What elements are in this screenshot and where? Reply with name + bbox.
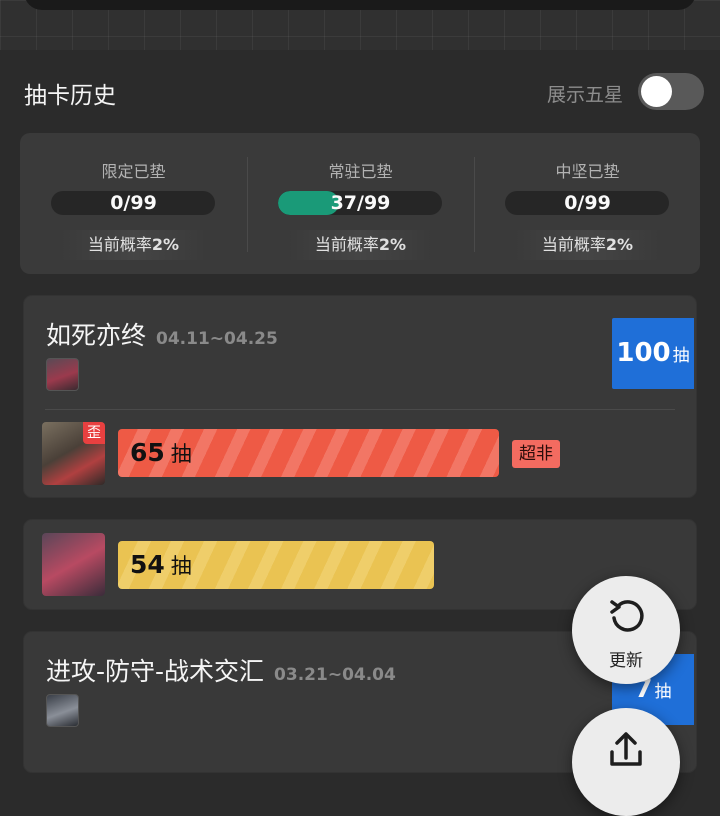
show-five-star-label: 展示五星 — [546, 84, 623, 106]
stat-label: 中坚已垫 — [555, 162, 620, 181]
share-button[interactable] — [572, 708, 680, 816]
top-card — [24, 0, 696, 10]
toggle-knob — [641, 76, 672, 107]
refresh-icon — [610, 600, 644, 632]
current-rate: 当前概率2% — [514, 230, 661, 260]
unlucky-tag: 超非 — [512, 440, 560, 468]
refresh-label: 更新 — [609, 651, 643, 671]
stat-standard: 常驻已垫 37/99 当前概率2% — [247, 133, 474, 274]
featured-operator-avatar — [46, 358, 79, 391]
show-five-star-toggle[interactable] — [638, 73, 704, 110]
pity-value: 0/99 — [564, 192, 611, 214]
stat-label: 常驻已垫 — [328, 162, 393, 181]
off-banner-badge: 歪 — [83, 422, 105, 444]
pity-stats-panel: 限定已垫 0/99 当前概率2% 常驻已垫 37/99 当前概率2% 中坚已垫 … — [20, 133, 700, 274]
refresh-button[interactable]: 更新 — [572, 576, 680, 684]
operator-avatar: 歪 — [42, 422, 105, 485]
current-rate: 当前概率2% — [287, 230, 434, 260]
divider — [45, 409, 675, 410]
banner-title: 如死亦终 04.11~04.25 — [46, 321, 278, 350]
pull-count-bar: 65 抽 — [118, 429, 499, 477]
featured-operator-avatar — [46, 694, 79, 727]
banner-pull-count: 100 抽 — [612, 318, 694, 389]
page-title: 抽卡历史 — [24, 83, 116, 109]
banner-date: 03.21~04.04 — [274, 665, 396, 685]
upload-icon — [610, 732, 642, 766]
stat-label: 限定已垫 — [101, 162, 166, 181]
stat-limited: 限定已垫 0/99 当前概率2% — [20, 133, 247, 274]
banner-card[interactable]: 如死亦终 04.11~04.25 100 抽 歪 65 抽 超非 — [24, 296, 696, 497]
top-background — [0, 0, 720, 50]
banner-date: 04.11~04.25 — [156, 329, 278, 349]
pull-count-bar: 54 抽 — [118, 541, 434, 589]
banner-title: 进攻-防守-战术交汇 03.21~04.04 — [46, 657, 396, 686]
operator-avatar — [42, 533, 105, 596]
current-rate: 当前概率2% — [60, 230, 207, 260]
pity-value: 0/99 — [110, 192, 157, 214]
stat-core: 中坚已垫 0/99 当前概率2% — [474, 133, 701, 274]
pity-value: 37/99 — [330, 192, 391, 214]
